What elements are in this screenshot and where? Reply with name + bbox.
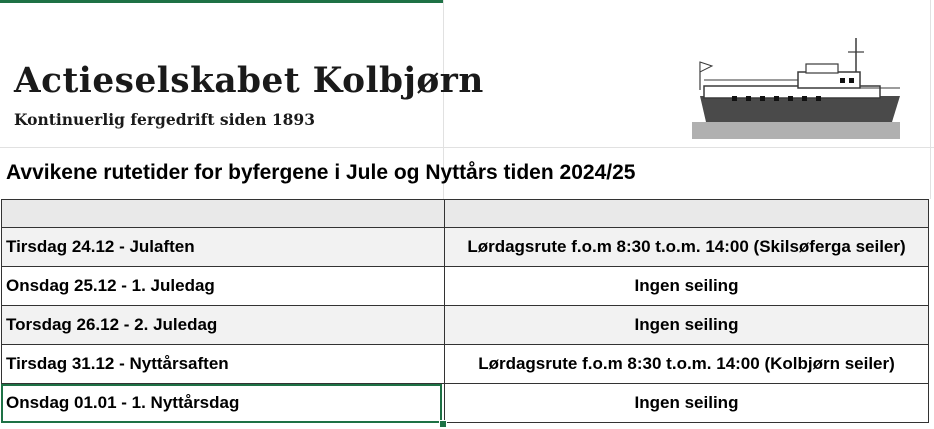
table-row: Tirsdag 24.12 - Julaften Lørdagsrute f.o… [1, 227, 929, 267]
row-info: Ingen seiling [634, 276, 739, 295]
table-cell[interactable] [444, 199, 929, 228]
table-cell[interactable]: Tirsdag 24.12 - Julaften [1, 227, 445, 267]
table-cell[interactable]: Ingen seiling [444, 266, 929, 306]
table-cell[interactable]: Torsdag 26.12 - 2. Juledag [1, 305, 445, 345]
table-row: Torsdag 26.12 - 2. Juledag Ingen seiling [1, 305, 929, 345]
table-cell[interactable]: Onsdag 25.12 - 1. Juledag [1, 266, 445, 306]
table-header-row [1, 199, 929, 228]
row-info: Ingen seiling [634, 315, 739, 334]
row-date: Torsdag 26.12 - 2. Juledag [6, 315, 218, 334]
table-cell[interactable]: Onsdag 01.01 - 1. Nyttårsdag [1, 383, 445, 423]
row-info: Ingen seiling [634, 393, 739, 412]
schedule-heading: Avvikene rutetider for byfergene i Jule … [6, 161, 636, 184]
company-tagline: Kontinuerlig fergedrift siden 1893 [14, 110, 315, 129]
fill-handle[interactable] [439, 420, 447, 428]
table-row: Onsdag 01.01 - 1. Nyttårsdag Ingen seili… [1, 383, 929, 423]
gridline [0, 147, 934, 148]
table-cell[interactable]: Lørdagsrute f.o.m 8:30 t.o.m. 14:00 (Kol… [444, 344, 929, 384]
row-date: Tirsdag 31.12 - Nyttårsaften [6, 354, 229, 373]
schedule-table: Tirsdag 24.12 - Julaften Lørdagsrute f.o… [1, 199, 929, 423]
ferry-icon [692, 38, 900, 139]
row-date: Tirsdag 24.12 - Julaften [6, 237, 195, 256]
table-row: Tirsdag 31.12 - Nyttårsaften Lørdagsrute… [1, 344, 929, 384]
row-info: Lørdagsrute f.o.m 8:30 t.o.m. 14:00 (Ski… [467, 237, 906, 256]
row-info: Lørdagsrute f.o.m 8:30 t.o.m. 14:00 (Kol… [478, 354, 895, 373]
table-cell[interactable]: Lørdagsrute f.o.m 8:30 t.o.m. 14:00 (Ski… [444, 227, 929, 267]
table-cell[interactable]: Ingen seiling [444, 305, 929, 345]
company-name: Actieselskabet Kolbjørn [14, 60, 484, 101]
row-date: Onsdag 01.01 - 1. Nyttårsdag [6, 393, 240, 412]
table-cell[interactable] [1, 199, 445, 228]
cell-selection-edge [0, 0, 443, 3]
table-cell[interactable]: Ingen seiling [444, 383, 929, 423]
table-cell[interactable]: Tirsdag 31.12 - Nyttårsaften [1, 344, 445, 384]
table-row: Onsdag 25.12 - 1. Juledag Ingen seiling [1, 266, 929, 306]
row-date: Onsdag 25.12 - 1. Juledag [6, 276, 215, 295]
gridline [930, 0, 931, 199]
